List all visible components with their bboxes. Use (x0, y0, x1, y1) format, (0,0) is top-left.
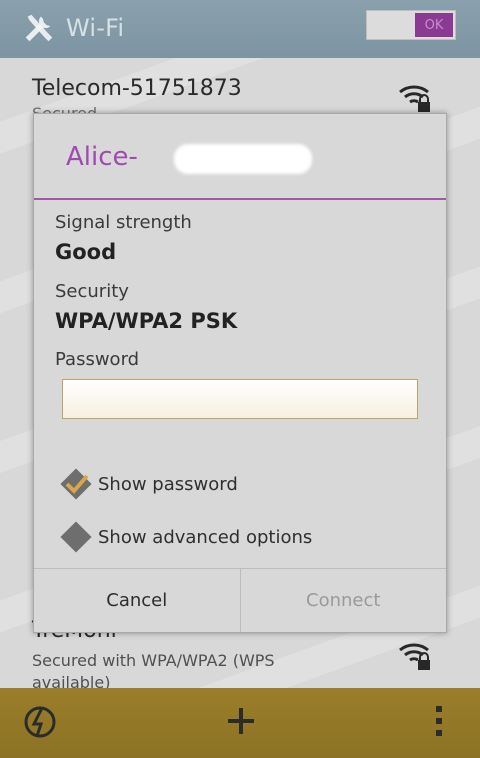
wps-icon[interactable] (20, 702, 60, 742)
toggle-knob: OK (415, 13, 453, 37)
checkbox-unchecked-icon (60, 521, 92, 553)
connect-button[interactable]: Connect (241, 569, 447, 632)
security-value: WPA/WPA2 PSK (55, 309, 238, 333)
dialog-header: Alice- (34, 114, 446, 200)
wifi-toggle[interactable]: OK (366, 10, 456, 40)
dialog-title: Alice- (66, 142, 138, 172)
show-advanced-checkbox[interactable]: Show advanced options (58, 517, 312, 557)
wrench-screwdriver-icon[interactable] (20, 9, 58, 47)
dialog-button-row: Cancel Connect (34, 568, 446, 632)
overflow-menu-icon[interactable] (434, 704, 444, 738)
signal-strength-label: Signal strength (55, 212, 192, 233)
cancel-button[interactable]: Cancel (34, 569, 241, 632)
show-password-label: Show password (98, 473, 238, 495)
show-advanced-label: Show advanced options (98, 526, 313, 548)
password-field[interactable] (62, 379, 418, 419)
bottom-action-bar (0, 688, 480, 758)
wifi-connect-dialog: Alice- Signal strength Good Security WPA… (33, 113, 447, 633)
action-bar: Wi-Fi OK (0, 0, 480, 58)
security-label: Security (55, 281, 129, 302)
redacted-ssid (174, 144, 312, 174)
page-title: Wi-Fi (66, 14, 125, 42)
add-icon[interactable] (226, 706, 256, 736)
show-password-checkbox[interactable]: Show password (58, 464, 238, 504)
signal-strength-value: Good (55, 240, 117, 264)
password-label: Password (55, 349, 140, 370)
checkbox-checked-icon (60, 468, 92, 500)
